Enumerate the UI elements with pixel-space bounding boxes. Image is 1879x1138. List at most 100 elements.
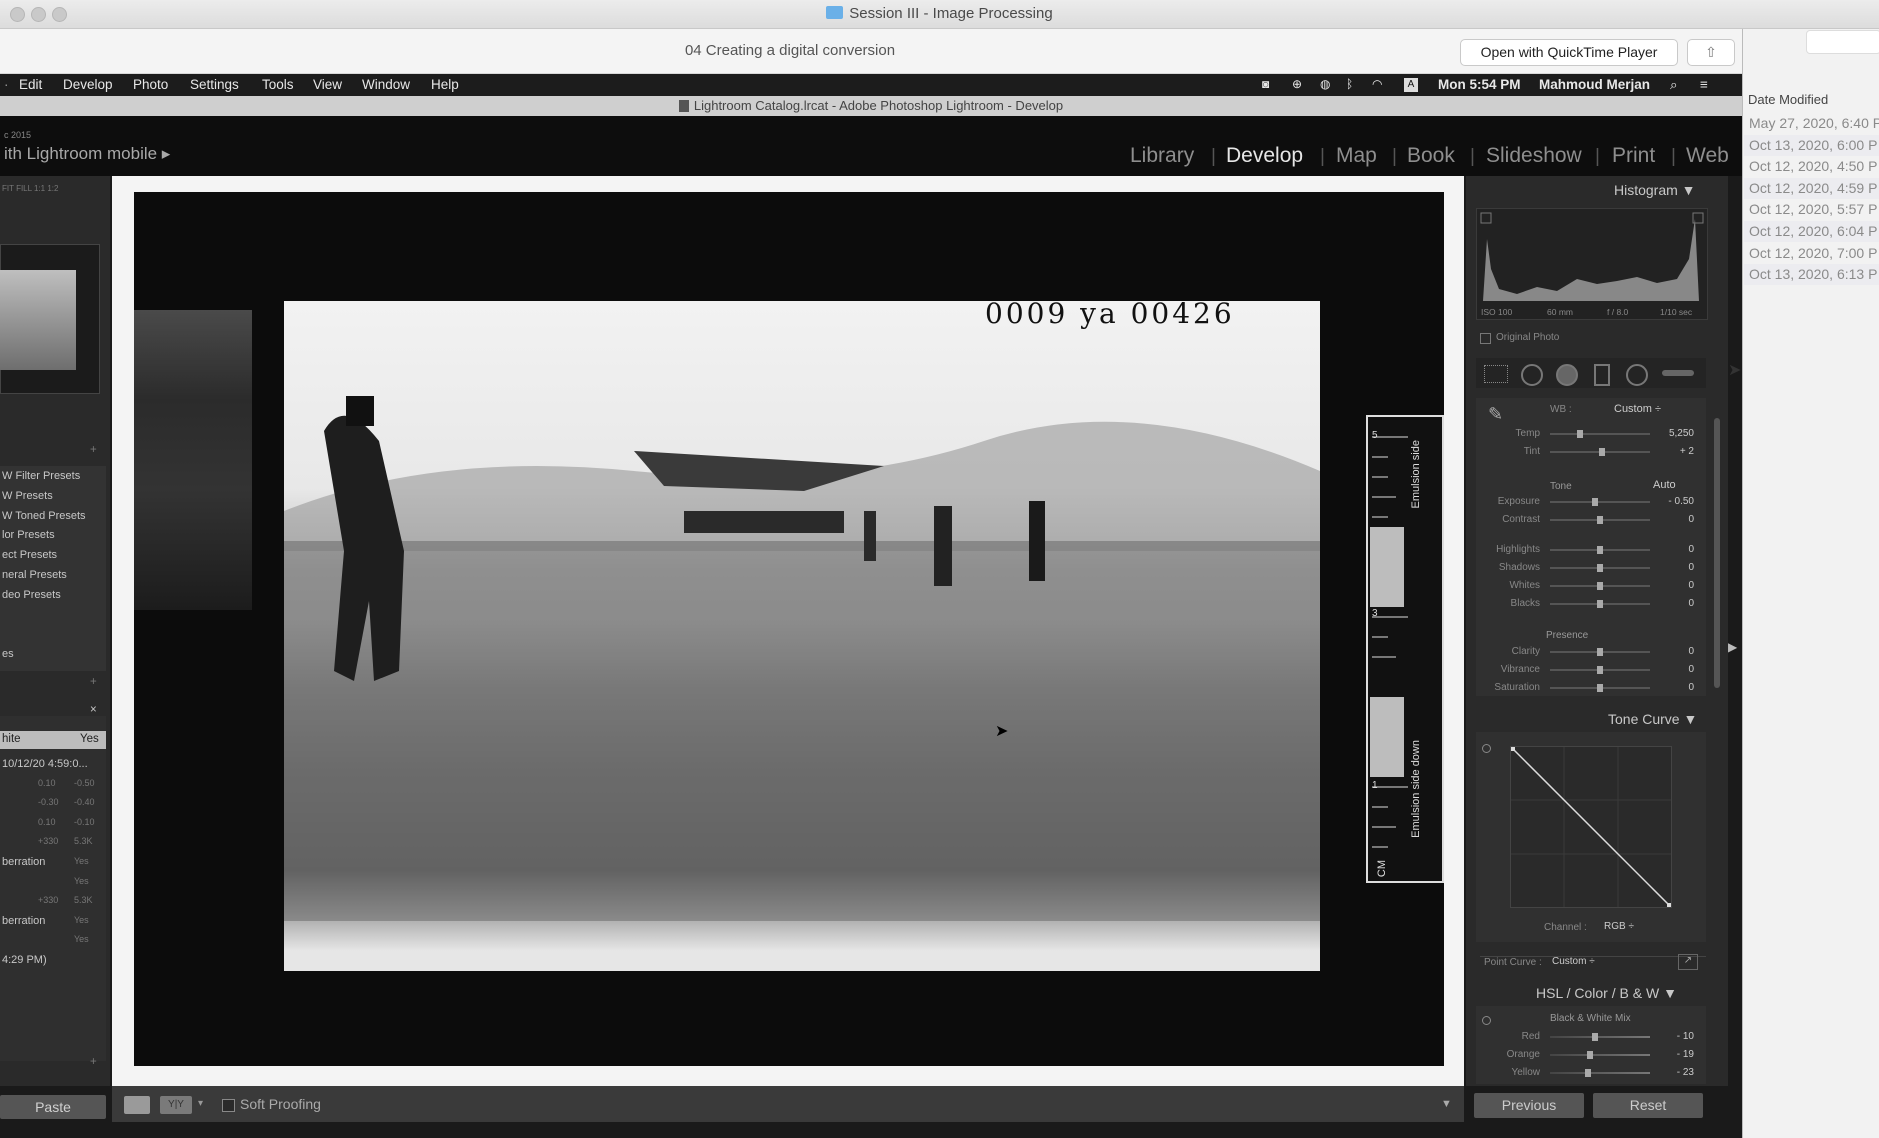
slider-value[interactable]: 5,250	[1654, 428, 1694, 439]
adjustment-brush-tool-icon[interactable]	[1662, 370, 1694, 376]
preset-folder[interactable]: W Toned Presets	[2, 510, 86, 522]
bw-slider-value[interactable]: - 19	[1654, 1049, 1694, 1060]
clear-history-icon[interactable]: ×	[90, 704, 97, 716]
view-options-chevron-icon[interactable]: ▾	[198, 1098, 203, 1109]
history-step-label[interactable]: 10/12/20 4:59:0...	[2, 758, 88, 770]
add-preset-icon[interactable]: +	[90, 444, 97, 456]
slider-thumb[interactable]	[1597, 648, 1603, 656]
channel-select[interactable]: RGB ÷	[1604, 921, 1634, 932]
input-source-icon[interactable]: A	[1404, 78, 1418, 92]
spot-removal-tool-icon[interactable]	[1521, 364, 1543, 386]
bw-targeted-adjustment-icon[interactable]	[1482, 1016, 1491, 1025]
notification-center-icon[interactable]: ≡	[1700, 77, 1708, 92]
slider-thumb[interactable]	[1599, 448, 1605, 456]
airfield-photograph[interactable]	[284, 301, 1320, 971]
toolbar-menu-chevron-icon[interactable]: ▼	[1441, 1098, 1452, 1110]
targeted-adjustment-icon[interactable]	[1482, 744, 1491, 753]
finder-row-date[interactable]: Oct 12, 2020, 6:04 P	[1749, 221, 1879, 242]
menu-edit[interactable]: Edit	[19, 77, 42, 92]
navigator-zoom-options[interactable]: FIT FILL 1:1 1:2	[2, 184, 58, 193]
red-eye-tool-icon[interactable]	[1556, 364, 1578, 386]
finder-row-date[interactable]: Oct 12, 2020, 4:50 P	[1749, 156, 1879, 177]
bw-slider-track[interactable]	[1550, 1036, 1650, 1038]
slider-thumb[interactable]	[1597, 600, 1603, 608]
history-step-label[interactable]: berration	[2, 915, 45, 927]
slider-thumb[interactable]	[1597, 582, 1603, 590]
edit-point-curve-icon[interactable]: ↗	[1678, 954, 1698, 970]
menu-window[interactable]: Window	[362, 77, 410, 92]
slider-thumb[interactable]	[1577, 430, 1583, 438]
bw-slider-track[interactable]	[1550, 1072, 1650, 1074]
slider-value[interactable]: 0	[1654, 682, 1694, 693]
spotlight-search-icon[interactable]: ⌕	[1670, 77, 1678, 93]
finder-row-date[interactable]: Oct 12, 2020, 7:00 P	[1749, 243, 1879, 264]
slider-value[interactable]: 0	[1654, 514, 1694, 525]
menu-photo[interactable]: Photo	[133, 77, 168, 92]
before-after-view-icon[interactable]: Y|Y	[160, 1096, 192, 1114]
histogram-title[interactable]: Histogram ▼	[1614, 182, 1696, 198]
date-modified-column-header[interactable]: Date Modified	[1748, 92, 1828, 107]
sync-icon[interactable]: ◍	[1320, 77, 1330, 91]
bw-slider-value[interactable]: - 10	[1654, 1031, 1694, 1042]
wb-eyedropper-icon[interactable]: ✎	[1488, 404, 1503, 425]
slider-value[interactable]: 0	[1654, 646, 1694, 657]
finder-row-date[interactable]: May 27, 2020, 6:40 P	[1749, 113, 1879, 134]
menu-settings[interactable]: Settings	[190, 77, 239, 92]
module-book[interactable]: Book	[1407, 144, 1455, 168]
preset-folder[interactable]: neral Presets	[2, 569, 67, 581]
slider-thumb[interactable]	[1597, 546, 1603, 554]
bw-slider-value[interactable]: - 23	[1654, 1067, 1694, 1078]
slider-thumb[interactable]	[1597, 516, 1603, 524]
slider-value[interactable]: - 0.50	[1654, 496, 1694, 507]
share-icon[interactable]: ⇧	[1687, 39, 1735, 66]
original-photo-checkbox[interactable]	[1480, 333, 1491, 344]
bw-slider-thumb[interactable]	[1585, 1069, 1591, 1077]
module-map[interactable]: Map	[1336, 144, 1377, 168]
history-step-label[interactable]: 4:29 PM)	[2, 954, 47, 966]
hsl-color-bw-title[interactable]: HSL / Color / B & W ▼	[1536, 985, 1677, 1001]
module-slideshow[interactable]: Slideshow	[1486, 144, 1582, 168]
finder-row-date[interactable]: Oct 12, 2020, 5:57 P	[1749, 199, 1879, 220]
previous-button[interactable]: Previous	[1474, 1093, 1584, 1118]
navigator-thumbnail[interactable]	[0, 270, 76, 370]
support-icon[interactable]: ⊕	[1292, 77, 1302, 91]
preset-folder[interactable]: lor Presets	[2, 529, 55, 541]
right-panel-scrollbar[interactable]	[1714, 418, 1720, 688]
slider-track[interactable]	[1550, 433, 1650, 435]
slider-value[interactable]: 0	[1654, 562, 1694, 573]
histogram[interactable]	[1476, 208, 1708, 320]
reset-button[interactable]: Reset	[1593, 1093, 1703, 1118]
graduated-filter-tool-icon[interactable]	[1594, 364, 1610, 386]
menu-tools[interactable]: Tools	[262, 77, 294, 92]
add-snapshot-icon[interactable]: +	[90, 676, 97, 688]
menubar-truncated-item[interactable]: ·	[4, 77, 9, 92]
module-print[interactable]: Print	[1612, 144, 1655, 168]
preset-folder[interactable]: W Filter Presets	[2, 470, 80, 482]
module-web[interactable]: Web	[1686, 144, 1729, 168]
slider-value[interactable]: 0	[1654, 544, 1694, 555]
record-icon[interactable]: ◙	[1262, 77, 1269, 91]
paste-button[interactable]: Paste	[0, 1095, 106, 1119]
module-develop[interactable]: Develop	[1226, 144, 1303, 168]
add-panel-icon[interactable]: +	[90, 1056, 97, 1068]
slider-track[interactable]	[1550, 501, 1650, 503]
tone-curve-title[interactable]: Tone Curve ▼	[1608, 711, 1697, 727]
history-step-label[interactable]: berration	[2, 856, 45, 868]
slider-thumb[interactable]	[1597, 666, 1603, 674]
slider-thumb[interactable]	[1597, 564, 1603, 572]
menu-help[interactable]: Help	[431, 77, 459, 92]
bw-slider-thumb[interactable]	[1592, 1033, 1598, 1041]
bw-slider-track[interactable]	[1550, 1054, 1650, 1056]
preset-folder[interactable]: ect Presets	[2, 549, 57, 561]
point-curve-select[interactable]: Custom ÷	[1552, 956, 1595, 967]
bluetooth-icon[interactable]: ᛒ	[1346, 77, 1353, 91]
slider-thumb[interactable]	[1592, 498, 1598, 506]
finder-row-date[interactable]: Oct 12, 2020, 4:59 P	[1749, 178, 1879, 199]
menu-develop[interactable]: Develop	[63, 77, 113, 92]
finder-search-field[interactable]	[1806, 30, 1879, 54]
slider-thumb[interactable]	[1597, 684, 1603, 692]
preset-folder[interactable]: W Presets	[2, 490, 53, 502]
slider-value[interactable]: 0	[1654, 664, 1694, 675]
tone-curve-graph[interactable]	[1510, 746, 1672, 908]
module-library[interactable]: Library	[1130, 144, 1194, 168]
